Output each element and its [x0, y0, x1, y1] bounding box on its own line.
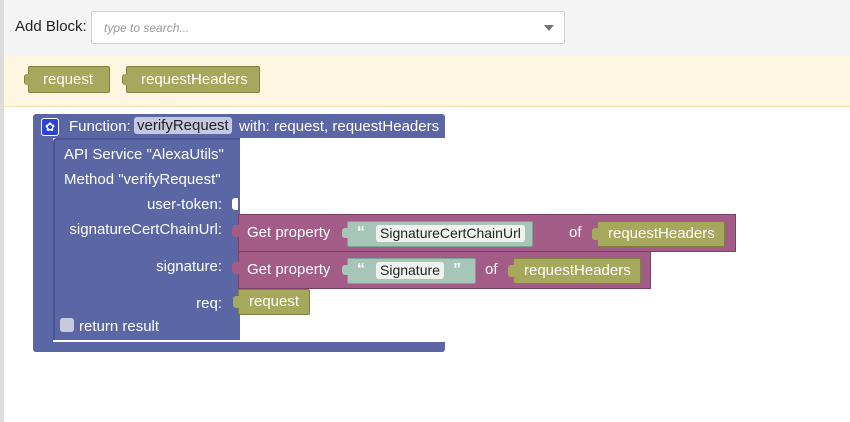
function-block-body	[33, 138, 53, 342]
api-service-block[interactable]: API Service "AlexaUtils" Method "verifyR…	[53, 138, 240, 340]
function-with-text: with: request, requestHeaders	[239, 118, 440, 135]
function-block-footer	[33, 342, 445, 352]
add-block-toolbar: Add Block:	[4, 0, 850, 57]
return-result-checkbox[interactable]	[60, 318, 74, 332]
variable-block-requestheaders[interactable]: requestHeaders	[508, 258, 641, 284]
connector-nub	[342, 265, 348, 275]
get-property-block-cert-url[interactable]: Get property “ SignatureCertChainUrl ” o…	[232, 214, 736, 252]
slot-label-signature-cert-chain-url: signatureCertChainUrl:	[69, 221, 222, 238]
slot-label-user-token: user-token:	[146, 196, 222, 213]
function-block[interactable]: ✿ Function: verifyRequest with: request,…	[33, 114, 445, 138]
of-label: of	[569, 224, 582, 241]
block-search-input[interactable]	[102, 16, 526, 40]
connector-nub	[232, 262, 239, 274]
close-quote-icon: ”	[510, 224, 518, 241]
string-value[interactable]: Signature	[376, 262, 444, 279]
api-service-name: API Service "AlexaUtils"	[64, 146, 224, 163]
variable-block-request[interactable]: request	[233, 289, 310, 315]
add-block-label: Add Block:	[15, 18, 87, 35]
string-value[interactable]: SignatureCertChainUrl	[376, 225, 525, 242]
connector-nub	[232, 225, 239, 237]
get-property-label: Get property	[247, 261, 331, 278]
block-search-combobox[interactable]	[91, 11, 565, 44]
param-label: requestHeaders	[141, 71, 248, 88]
string-block[interactable]: “ SignatureCertChainUrl ”	[342, 221, 533, 247]
close-quote-icon: ”	[453, 261, 461, 278]
string-block[interactable]: “ Signature ”	[342, 258, 476, 284]
variable-block-requestheaders[interactable]: requestHeaders	[592, 221, 725, 247]
slot-label-signature: signature:	[156, 258, 222, 275]
connector-nub	[508, 265, 514, 277]
connector-nub	[122, 74, 130, 85]
get-property-block-signature[interactable]: Get property “ Signature ” of requestHea…	[232, 251, 651, 289]
connector-nub	[592, 228, 598, 240]
param-label: request	[43, 71, 94, 88]
chevron-down-icon[interactable]	[544, 25, 554, 31]
variable-label: request	[249, 293, 300, 310]
slot-label-req: req:	[196, 295, 222, 312]
connector-nub	[233, 296, 239, 308]
function-name-field[interactable]: verifyRequest	[134, 117, 232, 134]
get-property-label: Get property	[247, 224, 331, 241]
connector-nub	[342, 228, 348, 238]
variable-label: requestHeaders	[608, 225, 715, 242]
empty-slot-user-token[interactable]	[232, 198, 238, 210]
of-label: of	[485, 261, 498, 278]
variable-label: requestHeaders	[524, 262, 631, 279]
return-result-label: return result	[79, 318, 160, 335]
function-keyword: Function:	[69, 118, 131, 135]
api-method-name: Method "verifyRequest"	[64, 171, 221, 188]
open-quote-icon: “	[357, 224, 365, 241]
param-block-request[interactable]: request	[24, 66, 110, 93]
open-quote-icon: “	[357, 261, 365, 278]
connector-nub	[24, 74, 32, 85]
parameters-bar: request requestHeaders	[4, 56, 850, 107]
gear-icon[interactable]: ✿	[41, 118, 59, 136]
param-block-requestheaders[interactable]: requestHeaders	[122, 66, 260, 93]
